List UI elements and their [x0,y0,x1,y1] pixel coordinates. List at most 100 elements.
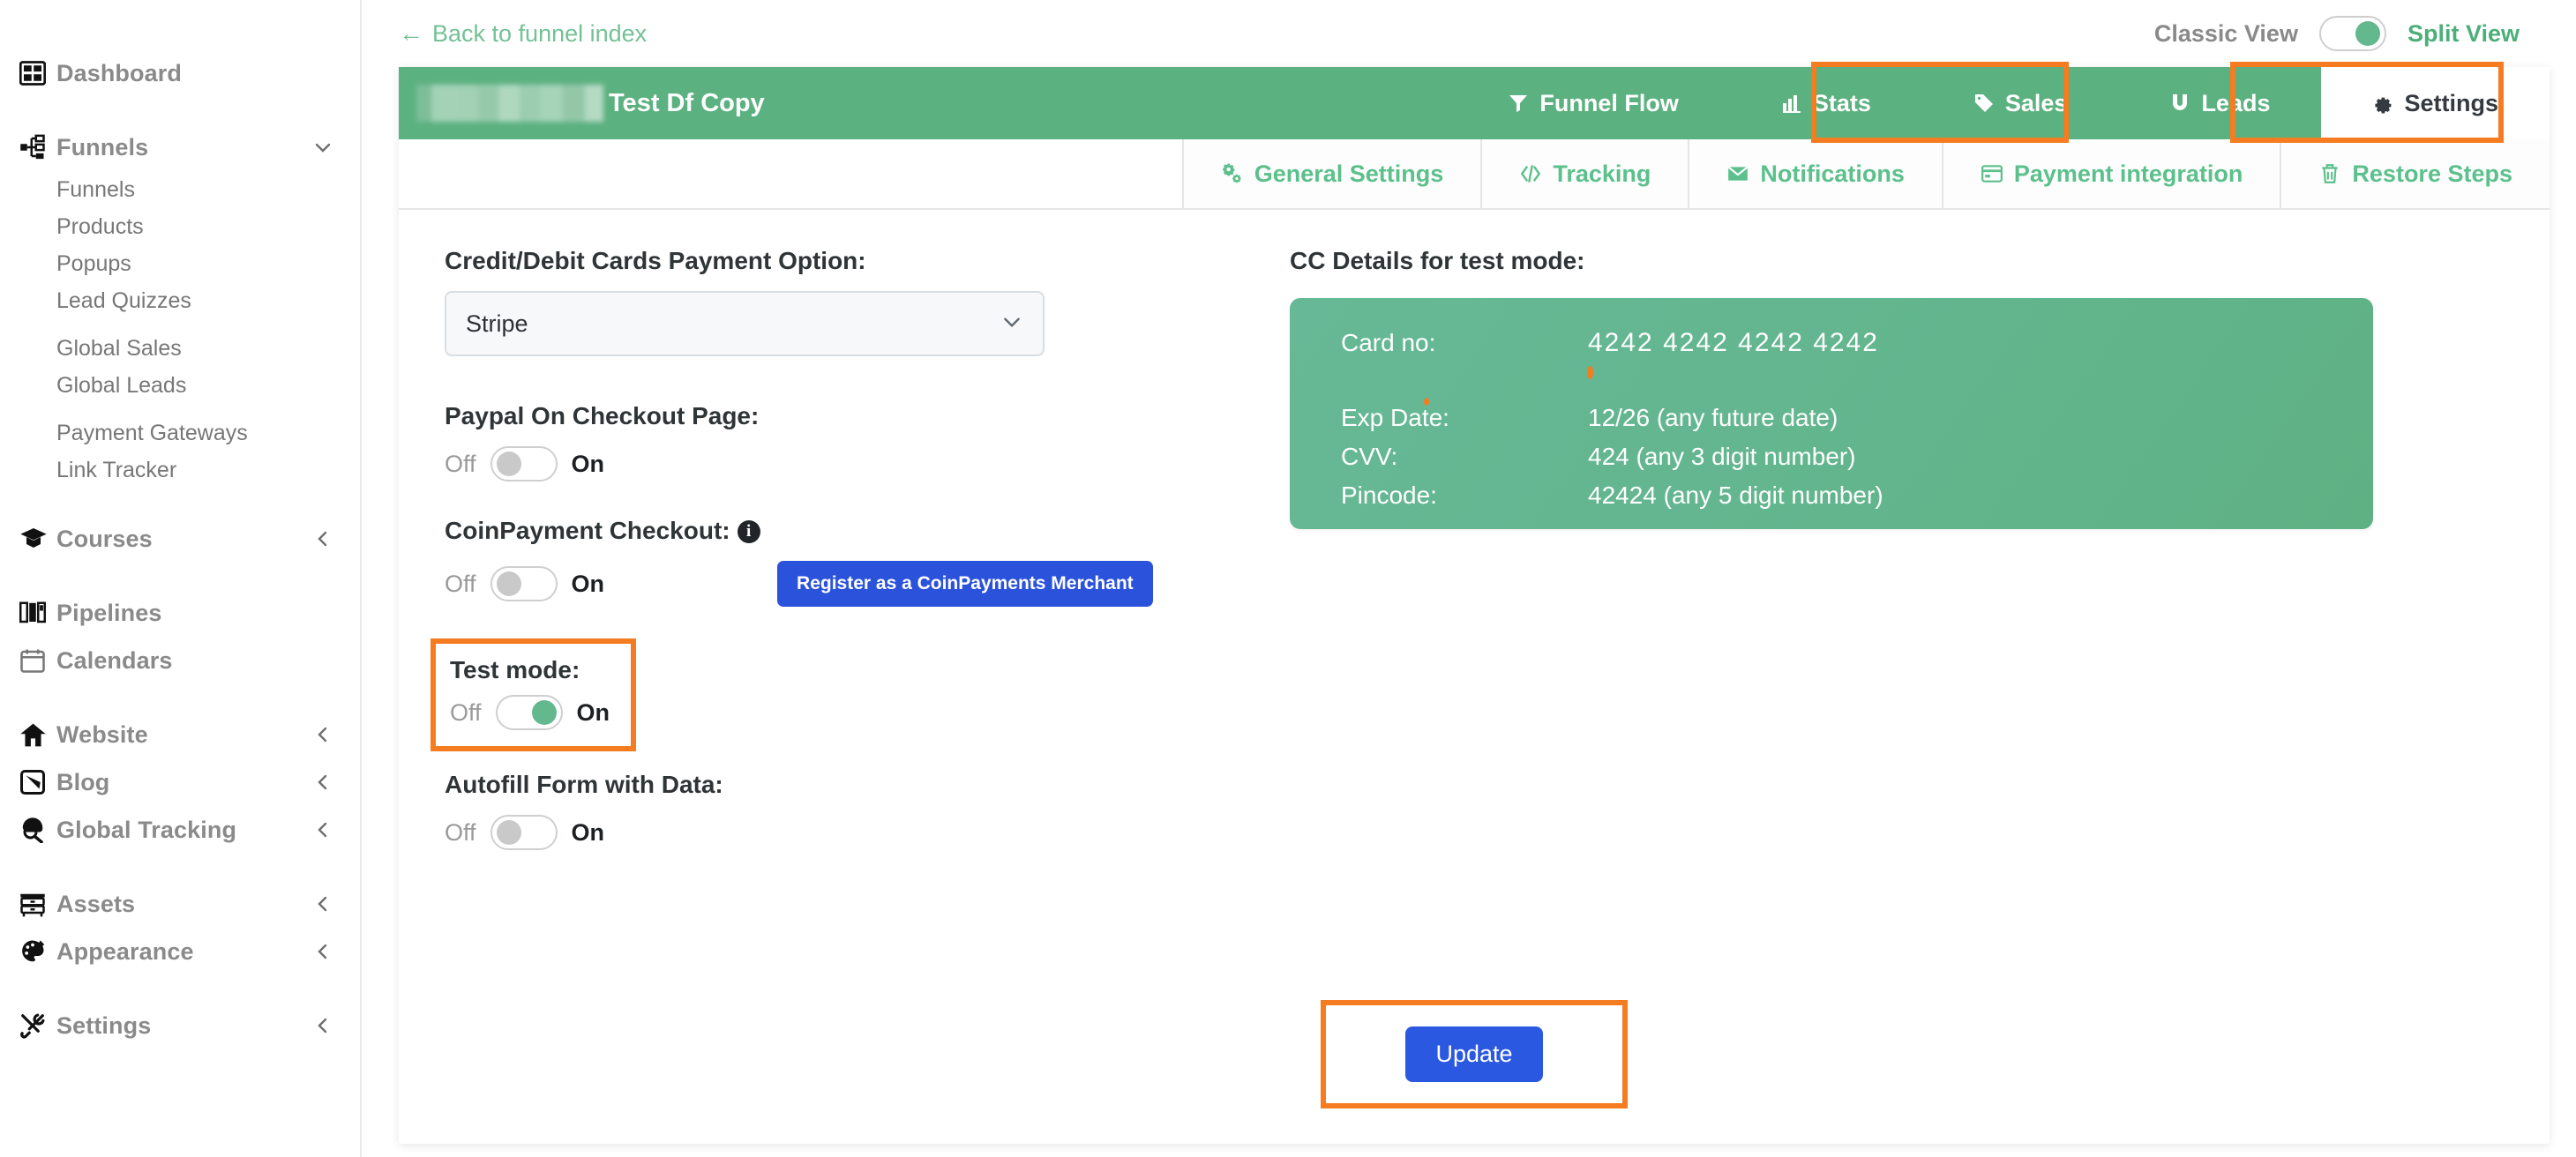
chevron-left-icon[interactable] [312,528,333,549]
toggle-off-label: Off [445,450,476,477]
chevron-left-icon[interactable] [312,1015,333,1036]
gear-icon [2372,93,2393,114]
autofill-toggle[interactable] [490,815,558,850]
test-mode-group: Test mode: Off On [450,656,610,730]
cursor-dot-marker [1587,366,1593,379]
funnel-tree-icon [19,134,56,160]
app-root: Dashboard Funnels Funnels Products Popup… [0,0,2576,1157]
sidebar-item-label: Pipelines [56,599,162,626]
cc-key: Pincode: [1341,481,1437,509]
sidebar-subitem-payment-gateways[interactable]: Payment Gateways [0,414,360,452]
sidebar-subitem-label: Lead Quizzes [56,287,191,313]
register-coinpayments-merchant-button[interactable]: Register as a CoinPayments Merchant [777,561,1153,607]
coinpayment-label: CoinPayment Checkout: i [445,517,1263,545]
sidebar-item-label: Website [56,720,148,748]
sidebar-divider [0,854,360,880]
chevron-down-icon [1000,310,1023,338]
sidebar-item-blog[interactable]: Blog [0,758,360,806]
settings-body: Credit/Debit Cards Payment Option: Strip… [399,210,2550,968]
blog-pen-icon [19,769,56,795]
toggle-knob [496,571,521,596]
subtab-general-settings[interactable]: General Settings [1181,139,1481,208]
sidebar-item-courses[interactable]: Courses [0,515,360,563]
sidebar-item-pipelines[interactable]: Pipelines [0,589,360,637]
toggle-knob [531,700,557,725]
sidebar-subitem-link-tracker[interactable]: Link Tracker [0,452,360,489]
sidebar-subitem-global-leads[interactable]: Global Leads [0,367,360,404]
chevron-down-icon[interactable] [312,137,333,158]
sidebar-subitem-lead-quizzes[interactable]: Lead Quizzes [0,282,360,319]
cc-value: 4242 4242 4242 4242 [1588,328,1879,357]
update-row: Update [399,1000,2550,1144]
sidebar-subitem-label: Popups [56,250,131,276]
sidebar-divider [0,563,360,589]
tab-leads[interactable]: Leads [2118,67,2321,139]
sidebar-subitem-products[interactable]: Products [0,208,360,245]
sidebar-divider [0,97,360,123]
sidebar-subitem-label: Link Tracker [56,457,177,482]
tab-sales[interactable]: Sales [1922,67,2119,139]
chevron-left-icon[interactable] [312,772,333,793]
chevron-left-icon[interactable] [312,941,333,962]
funnel-brand: Test Df Copy [399,67,765,139]
funnel-name: Test Df Copy [609,88,765,117]
coinpayment-toggle[interactable] [490,566,558,601]
assets-drawer-icon [19,891,56,917]
subtab-notifications[interactable]: Notifications [1688,139,1942,208]
sidebar-subitem-label: Global Leads [56,372,187,398]
trash-icon [2318,162,2341,185]
payment-option-label: Credit/Debit Cards Payment Option: [445,247,866,274]
back-to-funnel-index-link[interactable]: ← Back to funnel index [399,20,647,48]
cc-row-pincode: Pincode: 42424 (any 5 digit number) [1341,481,2373,510]
palette-brush-icon [19,938,56,965]
tab-funnel-flow[interactable]: Funnel Flow [1456,67,1729,139]
view-mode-toggle[interactable]: Classic View Split View [2154,16,2528,51]
view-toggle-switch[interactable] [2318,16,2386,51]
gears-icon [1221,162,1244,185]
funnel-filter-icon [1508,93,1529,114]
cc-details-card: Card no: 4242 4242 4242 4242 Exp Date: 1… [1290,298,2373,529]
tab-settings[interactable]: Settings [2321,67,2550,139]
sidebar-subitem-label: Global Sales [56,335,182,361]
cc-row-exp-date: Exp Date: 12/26 (any future date) [1341,404,2373,432]
submenu-gap [0,319,360,330]
sidebar-item-website[interactable]: Website [0,711,360,758]
dashboard-icon [19,60,56,86]
tag-icon [1973,93,1995,114]
chevron-left-icon[interactable] [312,819,333,840]
subtab-tracking[interactable]: Tracking [1480,139,1689,208]
sidebar-item-label: Dashboard [56,59,182,86]
toggle-knob [496,820,521,845]
tab-stats[interactable]: Stats [1730,67,1922,139]
subtab-payment-integration[interactable]: Payment integration [1941,139,2280,208]
info-icon[interactable]: i [737,520,760,543]
sidebar-subitem-funnels[interactable]: Funnels [0,171,360,208]
sidebar-subitem-global-sales[interactable]: Global Sales [0,330,360,367]
sidebar-divider [0,684,360,711]
test-mode-toggle[interactable] [495,695,563,730]
sidebar-item-global-tracking[interactable]: Global Tracking [0,806,360,854]
subtab-restore-steps[interactable]: Restore Steps [2280,139,2550,208]
settings-right-column: CC Details for test mode: Card no: 4242 … [1263,247,2550,968]
payment-option-select[interactable]: Stripe [445,291,1045,356]
sidebar-item-settings[interactable]: Settings [0,1002,360,1049]
sidebar-item-label: Settings [56,1011,152,1039]
sidebar-item-assets[interactable]: Assets [0,880,360,928]
funnel-tabs: Funnel Flow Stats Sales Leads Settings [1456,67,2550,139]
tab-label: Funnel Flow [1539,89,1679,116]
update-button[interactable]: Update [1405,1026,1543,1082]
coinpayment-label-text: CoinPayment Checkout: [445,517,730,544]
sidebar-item-dashboard[interactable]: Dashboard [0,49,360,97]
sidebar-item-funnels[interactable]: Funnels [0,123,360,171]
sidebar-subitem-popups[interactable]: Popups [0,245,360,282]
funnels-submenu: Funnels Products Popups Lead Quizzes Glo… [0,171,360,489]
sidebar-item-calendars[interactable]: Calendars [0,637,360,684]
funnel-nav-bar: Test Df Copy Funnel Flow Stats Sales Lea… [399,62,2550,143]
credit-card-icon [1981,162,2003,185]
sidebar-item-appearance[interactable]: Appearance [0,928,360,975]
test-mode-highlight: Test mode: Off On [431,638,637,751]
paypal-toggle[interactable] [490,446,558,481]
autofill-group: Autofill Form with Data: Off On [445,771,1263,850]
chevron-left-icon[interactable] [312,893,333,914]
chevron-left-icon[interactable] [312,724,333,745]
